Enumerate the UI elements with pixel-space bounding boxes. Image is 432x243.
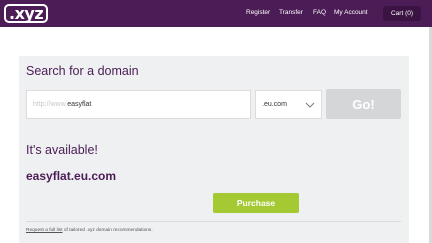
cart-label: Cart (0) — [390, 10, 414, 17]
site-logo[interactable]: .xyz — [4, 0, 49, 27]
divider — [26, 221, 401, 222]
recommendations-note: Request a full list of tailored .xyz dom… — [26, 228, 153, 233]
domain-search-input[interactable]: http://www. easyflat — [26, 90, 251, 119]
result-domain: easyflat.eu.com — [26, 169, 117, 183]
search-title: Search for a domain — [26, 64, 139, 78]
input-value: easyflat — [67, 101, 92, 108]
tld-selected-value: .eu.com — [262, 101, 287, 108]
purchase-label: Purchase — [236, 198, 276, 208]
nav-transfer-link[interactable]: Transfer — [279, 9, 303, 16]
url-prefix: http://www. — [33, 101, 68, 108]
top-navbar: .xyz Register Transfer FAQ My Account Ca… — [0, 0, 432, 27]
tld-select[interactable]: .eu.com — [255, 90, 322, 119]
availability-status: It's available! — [26, 143, 98, 157]
nav-my-account-link[interactable]: My Account — [334, 9, 368, 16]
cart-button[interactable]: Cart (0) — [383, 6, 421, 21]
purchase-button[interactable]: Purchase — [213, 193, 299, 213]
nav-faq-link[interactable]: FAQ — [313, 9, 326, 16]
nav-register-link[interactable]: Register — [246, 9, 270, 16]
chevron-down-icon — [305, 102, 315, 108]
full-list-link[interactable]: Request a full list — [26, 228, 63, 233]
logo-text: .xyz — [4, 4, 49, 23]
footer-text: of tailored .xyz domain recommendations. — [62, 228, 153, 233]
go-button[interactable]: Go! — [326, 89, 401, 119]
go-label: Go! — [352, 96, 375, 112]
